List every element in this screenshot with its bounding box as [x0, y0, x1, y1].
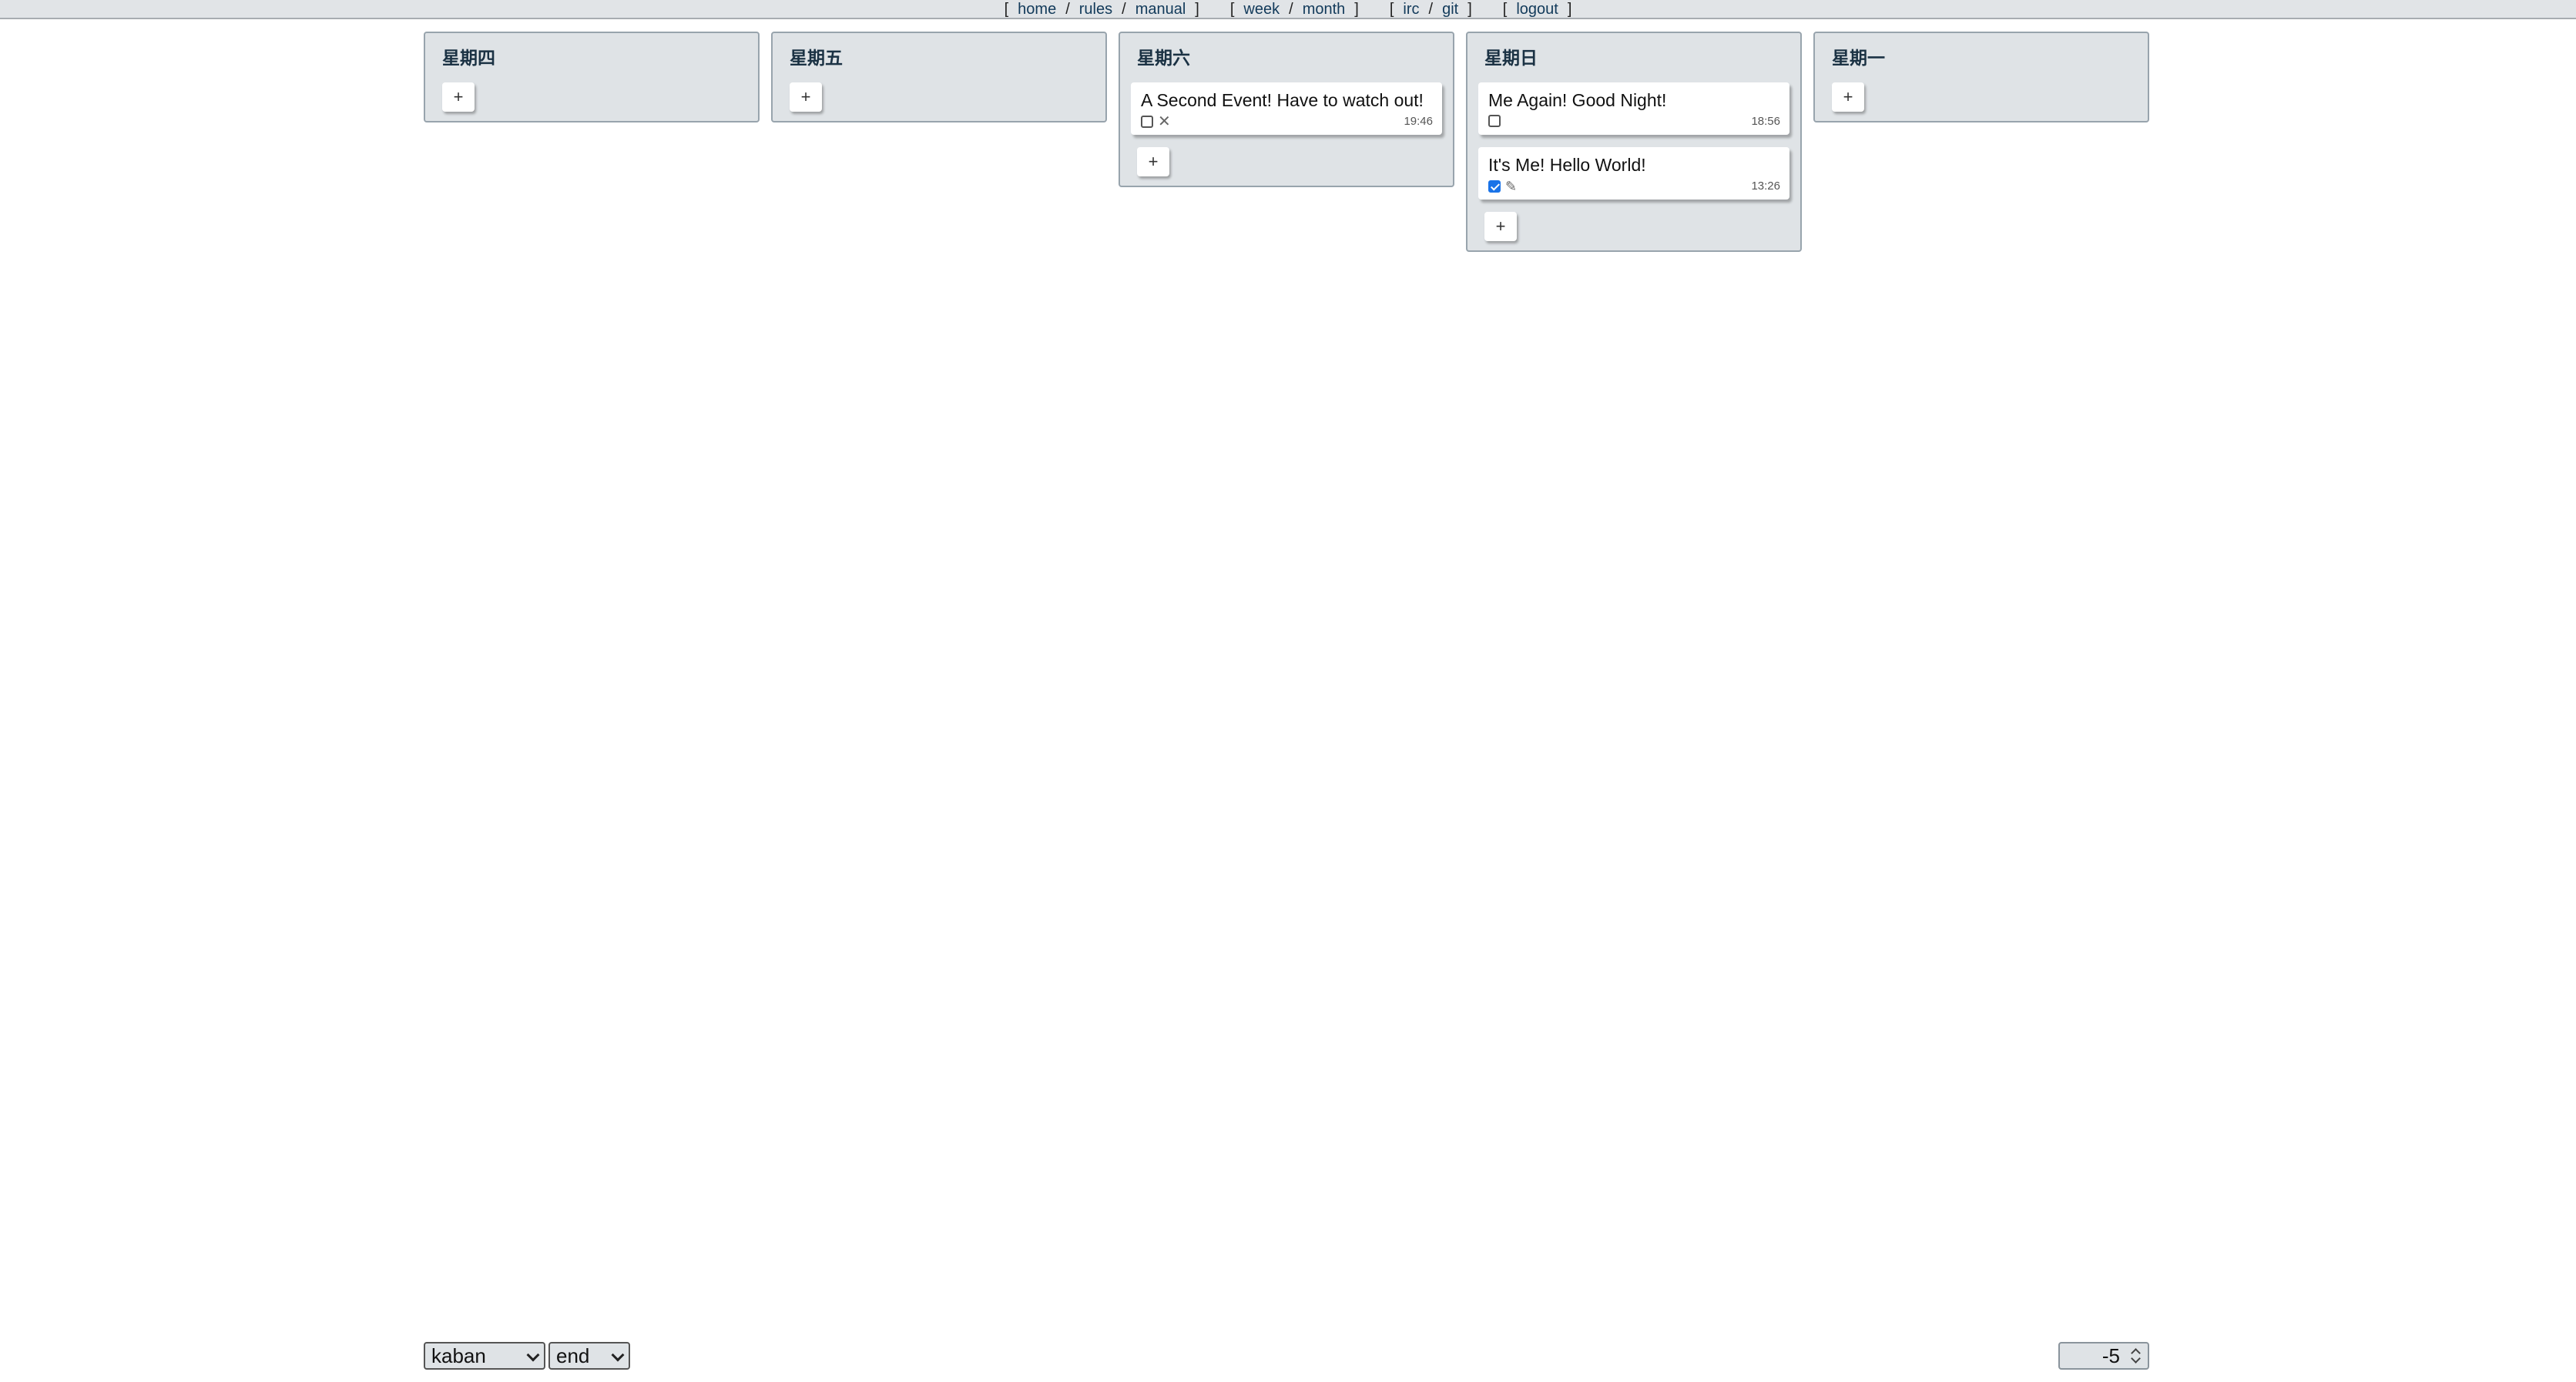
- bracket: ]: [1195, 1, 1199, 18]
- column-title: 星期四: [442, 48, 495, 68]
- close-icon[interactable]: ✕: [1158, 114, 1171, 129]
- nav-group: [ home / rules / manual]: [998, 1, 1206, 18]
- nav-group: [ irc / git]: [1384, 1, 1478, 18]
- nav-link-month[interactable]: month: [1303, 1, 1346, 18]
- align-select[interactable]: end: [548, 1342, 630, 1370]
- nav-link-week[interactable]: week: [1243, 1, 1280, 18]
- nav-separator: /: [1065, 1, 1070, 18]
- event-time: 19:46: [1404, 115, 1433, 128]
- column-title: 星期一: [1832, 48, 1885, 68]
- nav-separator: /: [1289, 1, 1293, 18]
- view-select[interactable]: kaban: [424, 1342, 545, 1370]
- day-column: 星期五 +: [771, 32, 1107, 122]
- top-navigation: [ home / rules / manual] [ week / month] [ irc / git]…: [0, 0, 2576, 19]
- pencil-icon[interactable]: ✎: [1505, 179, 1517, 193]
- event-meta: ✎: [1488, 179, 1517, 193]
- nav-separator: /: [1428, 1, 1434, 18]
- nav-link-rules[interactable]: rules: [1079, 1, 1112, 18]
- nav-separator: /: [1122, 1, 1126, 18]
- nav-link-git[interactable]: git: [1442, 1, 1458, 18]
- add-event-button[interactable]: +: [442, 82, 475, 112]
- add-event-button[interactable]: +: [1137, 147, 1169, 176]
- nav-group: [ week / month]: [1224, 1, 1365, 18]
- day-column: 星期一 +: [1813, 32, 2149, 122]
- day-column: 星期四 +: [424, 32, 760, 122]
- spinner-icon[interactable]: [2131, 1346, 2142, 1366]
- event-time: 18:56: [1751, 115, 1780, 128]
- done-checkbox[interactable]: [1141, 116, 1153, 128]
- bracket: [: [1389, 1, 1394, 18]
- event-title: It's Me! Hello World!: [1488, 155, 1646, 175]
- nav-link-home[interactable]: home: [1018, 1, 1056, 18]
- bracket: ]: [1467, 1, 1472, 18]
- nav-group: [ logout]: [1497, 1, 1578, 18]
- align-select-value: end: [556, 1344, 590, 1367]
- event-time: 13:26: [1751, 179, 1780, 193]
- event-title: A Second Event! Have to watch out!: [1141, 90, 1424, 110]
- column-title: 星期五: [790, 48, 843, 68]
- bracket: [: [1229, 1, 1235, 18]
- event-card[interactable]: Me Again! Good Night! 18:56: [1478, 82, 1789, 135]
- bracket: ]: [1567, 1, 1572, 18]
- column-title: 星期日: [1484, 48, 1538, 68]
- chevron-down-icon: [526, 1348, 540, 1362]
- nav-link-irc[interactable]: irc: [1403, 1, 1419, 18]
- day-column: 星期六 A Second Event! Have to watch out! ✕ 19…: [1119, 32, 1454, 187]
- event-card[interactable]: A Second Event! Have to watch out! ✕ 19:46: [1131, 82, 1442, 135]
- bracket: [: [1004, 1, 1009, 18]
- event-meta: ✕: [1141, 114, 1171, 129]
- bracket: ]: [1354, 1, 1359, 18]
- event-title: Me Again! Good Night!: [1488, 90, 1667, 110]
- nav-link-logout[interactable]: logout: [1516, 1, 1558, 18]
- event-card[interactable]: It's Me! Hello World! ✎ 13:26: [1478, 147, 1789, 200]
- chevron-down-icon: [611, 1348, 625, 1362]
- day-column: 星期日 Me Again! Good Night! 18:56 It's Me! He…: [1466, 32, 1802, 252]
- add-event-button[interactable]: +: [1832, 82, 1864, 112]
- nav-link-manual[interactable]: manual: [1135, 1, 1186, 18]
- done-checkbox[interactable]: [1488, 115, 1501, 127]
- add-event-button[interactable]: +: [1484, 212, 1517, 241]
- bottom-controls: kaban end: [424, 1342, 630, 1370]
- view-select-value: kaban: [431, 1344, 486, 1367]
- event-meta: [1488, 115, 1501, 127]
- day-offset-value: -5: [2101, 1344, 2120, 1367]
- bracket: [: [1502, 1, 1508, 18]
- day-offset-stepper[interactable]: -5: [2058, 1342, 2149, 1370]
- column-title: 星期六: [1137, 48, 1190, 68]
- done-checkbox[interactable]: [1488, 180, 1501, 193]
- add-event-button[interactable]: +: [790, 82, 822, 112]
